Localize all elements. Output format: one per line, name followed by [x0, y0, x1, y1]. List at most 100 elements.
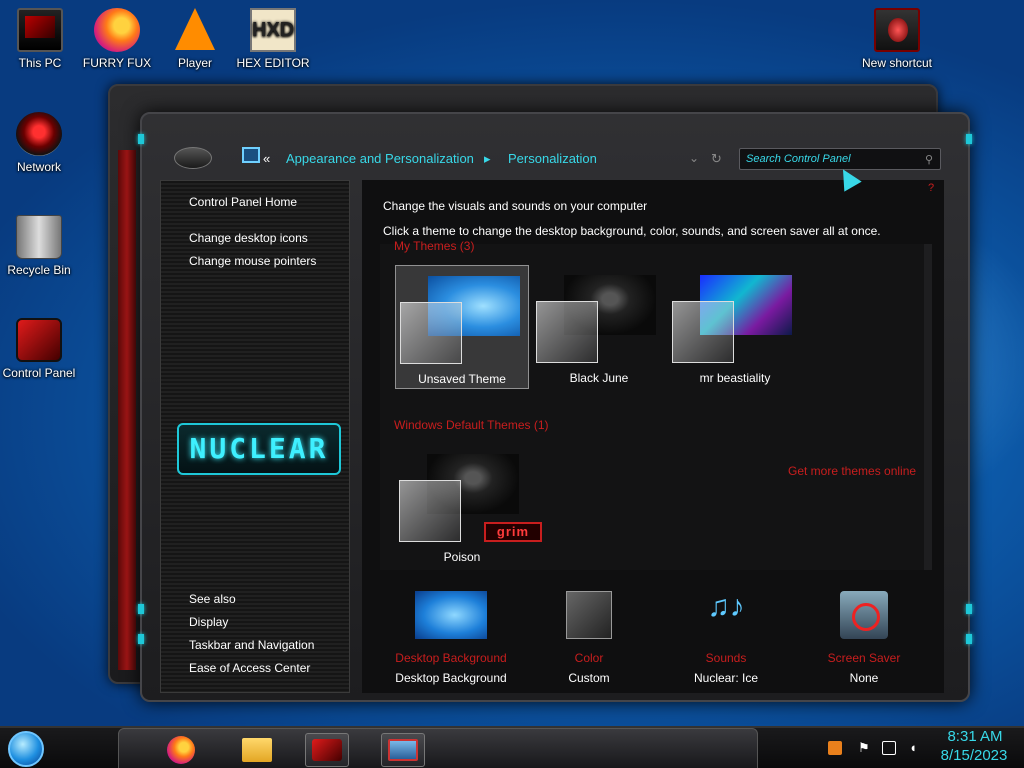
- default-themes-heading: Windows Default Themes (1): [394, 418, 549, 432]
- hex-editor-icon: HXD: [250, 8, 296, 52]
- refresh-icon[interactable]: ↻: [711, 151, 722, 167]
- themes-list: My Themes (3) Unsaved Theme Black June m…: [380, 239, 932, 570]
- theme-name: Poison: [443, 550, 481, 564]
- color-setting[interactable]: Color Custom: [519, 591, 659, 685]
- control-panel-icon: [16, 318, 62, 362]
- my-themes-heading: My Themes (3): [394, 239, 475, 253]
- network-icon[interactable]: [882, 741, 896, 755]
- remote-desktop-taskbar-button[interactable]: [381, 733, 425, 767]
- frame-light: [138, 604, 144, 614]
- change-mouse-pointers-link[interactable]: Change mouse pointers: [189, 254, 316, 268]
- theme-unsaved[interactable]: Unsaved Theme: [395, 265, 529, 389]
- setting-label: Screen Saver: [827, 651, 901, 665]
- breadcrumb-appearance[interactable]: Appearance and Personalization: [286, 151, 474, 166]
- nuclear-logo: NUCLEAR: [177, 423, 341, 475]
- setting-value: Desktop Background: [395, 671, 507, 685]
- control-panel-small-icon: [242, 147, 260, 163]
- ease-of-access-link[interactable]: Ease of Access Center: [189, 661, 310, 675]
- desktop-icon-network[interactable]: Network: [1, 112, 77, 174]
- desktop-icon-label: Control Panel: [2, 366, 76, 380]
- breadcrumb-separator-icon: ▸: [484, 151, 491, 166]
- firefox-taskbar-button[interactable]: [159, 733, 203, 767]
- firefox-icon: [94, 8, 140, 52]
- flag-icon[interactable]: ⚑: [857, 741, 871, 755]
- volume-muted-icon[interactable]: ◖: [906, 741, 920, 755]
- control-panel-home-link[interactable]: Control Panel Home: [189, 195, 297, 209]
- theme-name: Unsaved Theme: [418, 372, 506, 386]
- file-explorer-icon: [242, 738, 272, 762]
- frame-light: [138, 134, 144, 144]
- desktop-icon-label: HEX EDITOR: [236, 56, 310, 70]
- get-more-themes-link[interactable]: Get more themes online: [788, 464, 916, 478]
- setting-label: Sounds: [705, 651, 747, 665]
- desktop-icon-label: This PC: [18, 56, 62, 70]
- shortcut-icon: [874, 8, 920, 52]
- change-desktop-icons-link[interactable]: Change desktop icons: [189, 231, 308, 245]
- desktop-icon-control-panel[interactable]: Control Panel: [1, 318, 77, 380]
- search-icon[interactable]: ⚲: [925, 153, 933, 166]
- sounds-setting[interactable]: ♫♪ Sounds Nuclear: Ice: [656, 590, 796, 686]
- breadcrumb-personalization[interactable]: Personalization: [508, 151, 597, 166]
- frame-light: [966, 604, 972, 614]
- desktop-icon-hex-editor[interactable]: HXD HEX EDITOR: [235, 8, 311, 70]
- desktop-icon-this-pc[interactable]: This PC: [2, 8, 78, 70]
- desktop-icon-label: FURRY FUX: [82, 56, 152, 70]
- color-swatch-icon: [672, 301, 734, 363]
- remote-desktop-icon: [388, 739, 418, 761]
- network-icon: [16, 112, 62, 156]
- chevron-down-icon[interactable]: ⌄: [689, 151, 699, 165]
- desktop-icon-furry-fux[interactable]: FURRY FUX: [79, 8, 155, 70]
- vlc-icon: [172, 8, 218, 52]
- desktop-icon-recycle-bin[interactable]: Recycle Bin: [1, 215, 77, 277]
- theme-poison[interactable]: Poison: [395, 444, 529, 568]
- page-heading: Change the visuals and sounds on your co…: [383, 199, 648, 213]
- screen-saver-setting[interactable]: Screen Saver None: [794, 591, 934, 685]
- desktop-icon-label: Player: [177, 56, 212, 70]
- search-input[interactable]: [739, 148, 941, 170]
- frame-light: [966, 634, 972, 644]
- left-navigation-pane: Control Panel Home Change desktop icons …: [160, 180, 350, 693]
- taskbar-navigation-link[interactable]: Taskbar and Navigation: [189, 638, 314, 652]
- screen-saver-icon: [840, 591, 888, 639]
- desktop-icon-player[interactable]: Player: [157, 8, 233, 70]
- desktop-icon-label: New shortcut: [861, 56, 933, 70]
- page-subheading: Click a theme to change the desktop back…: [383, 224, 881, 238]
- setting-value: Custom: [568, 671, 610, 685]
- color-swatch-icon: [400, 302, 462, 364]
- desktop-icon-new-shortcut[interactable]: New shortcut: [859, 8, 935, 70]
- file-explorer-taskbar-button[interactable]: [235, 733, 279, 767]
- breadcrumb-back-chevron[interactable]: «: [263, 151, 270, 166]
- music-notes-icon: ♫♪: [707, 590, 745, 623]
- theme-black-june[interactable]: Black June: [532, 265, 666, 389]
- display-link[interactable]: Display: [189, 615, 228, 629]
- desktop-icon-label: Network: [16, 160, 61, 174]
- desktop-background-setting[interactable]: Desktop Background Desktop Background: [381, 591, 521, 685]
- warning-icon[interactable]: [828, 741, 842, 755]
- address-bar: « Appearance and Personalization ▸ Perso…: [148, 142, 958, 176]
- clock-time[interactable]: 8:31 AM: [938, 728, 1012, 745]
- recycle-bin-icon: [16, 215, 62, 259]
- background-window-accent: [118, 150, 136, 670]
- window-emblem-icon: [174, 147, 212, 169]
- setting-value: None: [849, 671, 879, 685]
- grim-badge: grim: [484, 522, 542, 542]
- color-swatch-icon: [399, 480, 461, 542]
- color-swatch-icon: [536, 301, 598, 363]
- setting-label: Desktop Background: [395, 651, 507, 665]
- main-content-pane: ? Change the visuals and sounds on your …: [362, 180, 944, 693]
- setting-label: Color: [574, 651, 604, 665]
- frame-light: [966, 134, 972, 144]
- theme-mr-beastiality[interactable]: mr beastiality: [668, 265, 802, 389]
- see-also-heading: See also: [189, 592, 236, 606]
- computer-icon: [17, 8, 63, 52]
- taskbar: ⚑ ◖: [0, 726, 1024, 768]
- control-panel-icon: [312, 739, 342, 761]
- frame-light: [138, 634, 144, 644]
- start-button[interactable]: [8, 731, 44, 767]
- clock-date[interactable]: 8/15/2023: [932, 747, 1016, 764]
- firefox-icon: [167, 736, 195, 764]
- help-icon[interactable]: ?: [928, 182, 934, 194]
- theme-name: mr beastiality: [699, 371, 771, 385]
- taskbar-track: [118, 728, 758, 768]
- control-panel-taskbar-button[interactable]: [305, 733, 349, 767]
